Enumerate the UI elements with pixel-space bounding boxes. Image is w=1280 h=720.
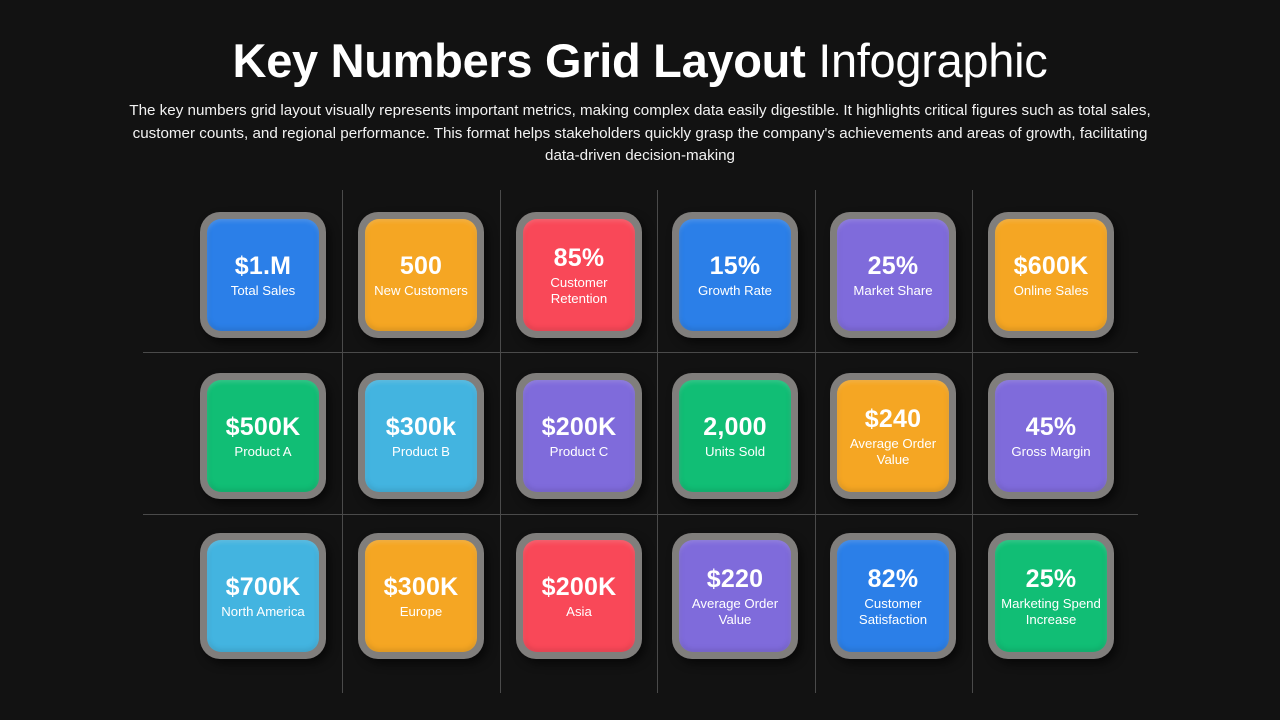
metric-value: 25% xyxy=(1025,565,1077,593)
metric-label: Asia xyxy=(566,603,592,619)
metric-label: Europe xyxy=(399,603,443,619)
metric-label: New Customers xyxy=(374,282,468,298)
metric-card-face: $200K Asia xyxy=(523,540,635,652)
metric-card[interactable]: $700K North America xyxy=(200,533,326,659)
metric-card-face: $300k Product B xyxy=(365,380,477,492)
metric-value: $200K xyxy=(541,412,617,441)
metric-card-face: 15% Growth Rate xyxy=(679,219,791,331)
metric-card[interactable]: $1.M Total Sales xyxy=(200,212,326,338)
metric-label: Total Sales xyxy=(230,282,296,298)
metric-value: 25% xyxy=(867,251,919,280)
metric-value: $300K xyxy=(383,572,459,601)
metric-card[interactable]: 25% Marketing Spend Increase xyxy=(988,533,1114,659)
metric-value: $500K xyxy=(225,412,301,441)
metric-card-face: $600K Online Sales xyxy=(995,219,1107,331)
metric-card[interactable]: 45% Gross Margin xyxy=(988,373,1114,499)
metric-label: Product C xyxy=(549,443,609,459)
metric-card-face: 45% Gross Margin xyxy=(995,380,1107,492)
metric-card[interactable]: $220 Average Order Value xyxy=(672,533,798,659)
metric-label: Units Sold xyxy=(704,443,766,459)
metric-card-face: $500K Product A xyxy=(207,380,319,492)
metric-card-face: 25% Marketing Spend Increase xyxy=(995,540,1107,652)
metric-card[interactable]: $200K Asia xyxy=(516,533,642,659)
metric-card[interactable]: 15% Growth Rate xyxy=(672,212,798,338)
metric-value: $1.M xyxy=(234,251,292,280)
metric-label: Customer Retention xyxy=(550,275,608,306)
metric-value: $600K xyxy=(1013,251,1089,280)
metric-value: 85% xyxy=(553,244,605,272)
metric-card[interactable]: $500K Product A xyxy=(200,373,326,499)
metric-card-face: $700K North America xyxy=(207,540,319,652)
metric-card-face: $200K Product C xyxy=(523,380,635,492)
metric-card-face: 82% Customer Satisfaction xyxy=(837,540,949,652)
metric-card[interactable]: 82% Customer Satisfaction xyxy=(830,533,956,659)
metric-value: 82% xyxy=(867,565,919,593)
metric-card-face: $300K Europe xyxy=(365,540,477,652)
metric-label: Marketing Spend Increase xyxy=(1001,596,1101,627)
metric-value: 15% xyxy=(709,251,761,280)
metric-label: Gross Margin xyxy=(1011,443,1091,459)
metric-card[interactable]: $300k Product B xyxy=(358,373,484,499)
metric-value: $300k xyxy=(385,412,457,441)
metric-label: Product B xyxy=(392,443,450,459)
metric-card-face: 500 New Customers xyxy=(365,219,477,331)
metric-card-face: 2,000 Units Sold xyxy=(679,380,791,492)
metric-label: Customer Satisfaction xyxy=(858,596,928,627)
metric-label: Market Share xyxy=(853,282,933,298)
metric-value: 500 xyxy=(399,251,443,280)
infographic-slide: Key Numbers Grid Layout Infographic The … xyxy=(0,0,1280,720)
metric-card-grid: $1.M Total Sales 500 New Customers 85% Custom… xyxy=(0,0,1280,720)
metric-card[interactable]: 25% Market Share xyxy=(830,212,956,338)
metric-card[interactable]: $200K Product C xyxy=(516,373,642,499)
metric-card-face: $1.M Total Sales xyxy=(207,219,319,331)
metric-card[interactable]: $240 Average Order Value xyxy=(830,373,956,499)
metric-value: $700K xyxy=(225,572,301,601)
metric-card-face: $240 Average Order Value xyxy=(837,380,949,492)
metric-label: Growth Rate xyxy=(697,282,773,298)
metric-value: $200K xyxy=(541,572,617,601)
metric-card-face: $220 Average Order Value xyxy=(679,540,791,652)
metric-label: Product A xyxy=(234,443,292,459)
metric-value: $220 xyxy=(706,565,764,593)
metric-card[interactable]: 500 New Customers xyxy=(358,212,484,338)
metric-card-face: 25% Market Share xyxy=(837,219,949,331)
metric-card-face: 85% Customer Retention xyxy=(523,219,635,331)
metric-label: North America xyxy=(221,603,305,619)
metric-value: 45% xyxy=(1025,412,1077,441)
metric-label: Online Sales xyxy=(1013,282,1089,298)
metric-card[interactable]: $300K Europe xyxy=(358,533,484,659)
metric-label: Average Order Value xyxy=(691,596,779,627)
metric-value: $240 xyxy=(864,405,922,433)
metric-card[interactable]: $600K Online Sales xyxy=(988,212,1114,338)
metric-card[interactable]: 2,000 Units Sold xyxy=(672,373,798,499)
metric-value: 2,000 xyxy=(703,412,767,441)
metric-label: Average Order Value xyxy=(849,436,937,467)
metric-card[interactable]: 85% Customer Retention xyxy=(516,212,642,338)
